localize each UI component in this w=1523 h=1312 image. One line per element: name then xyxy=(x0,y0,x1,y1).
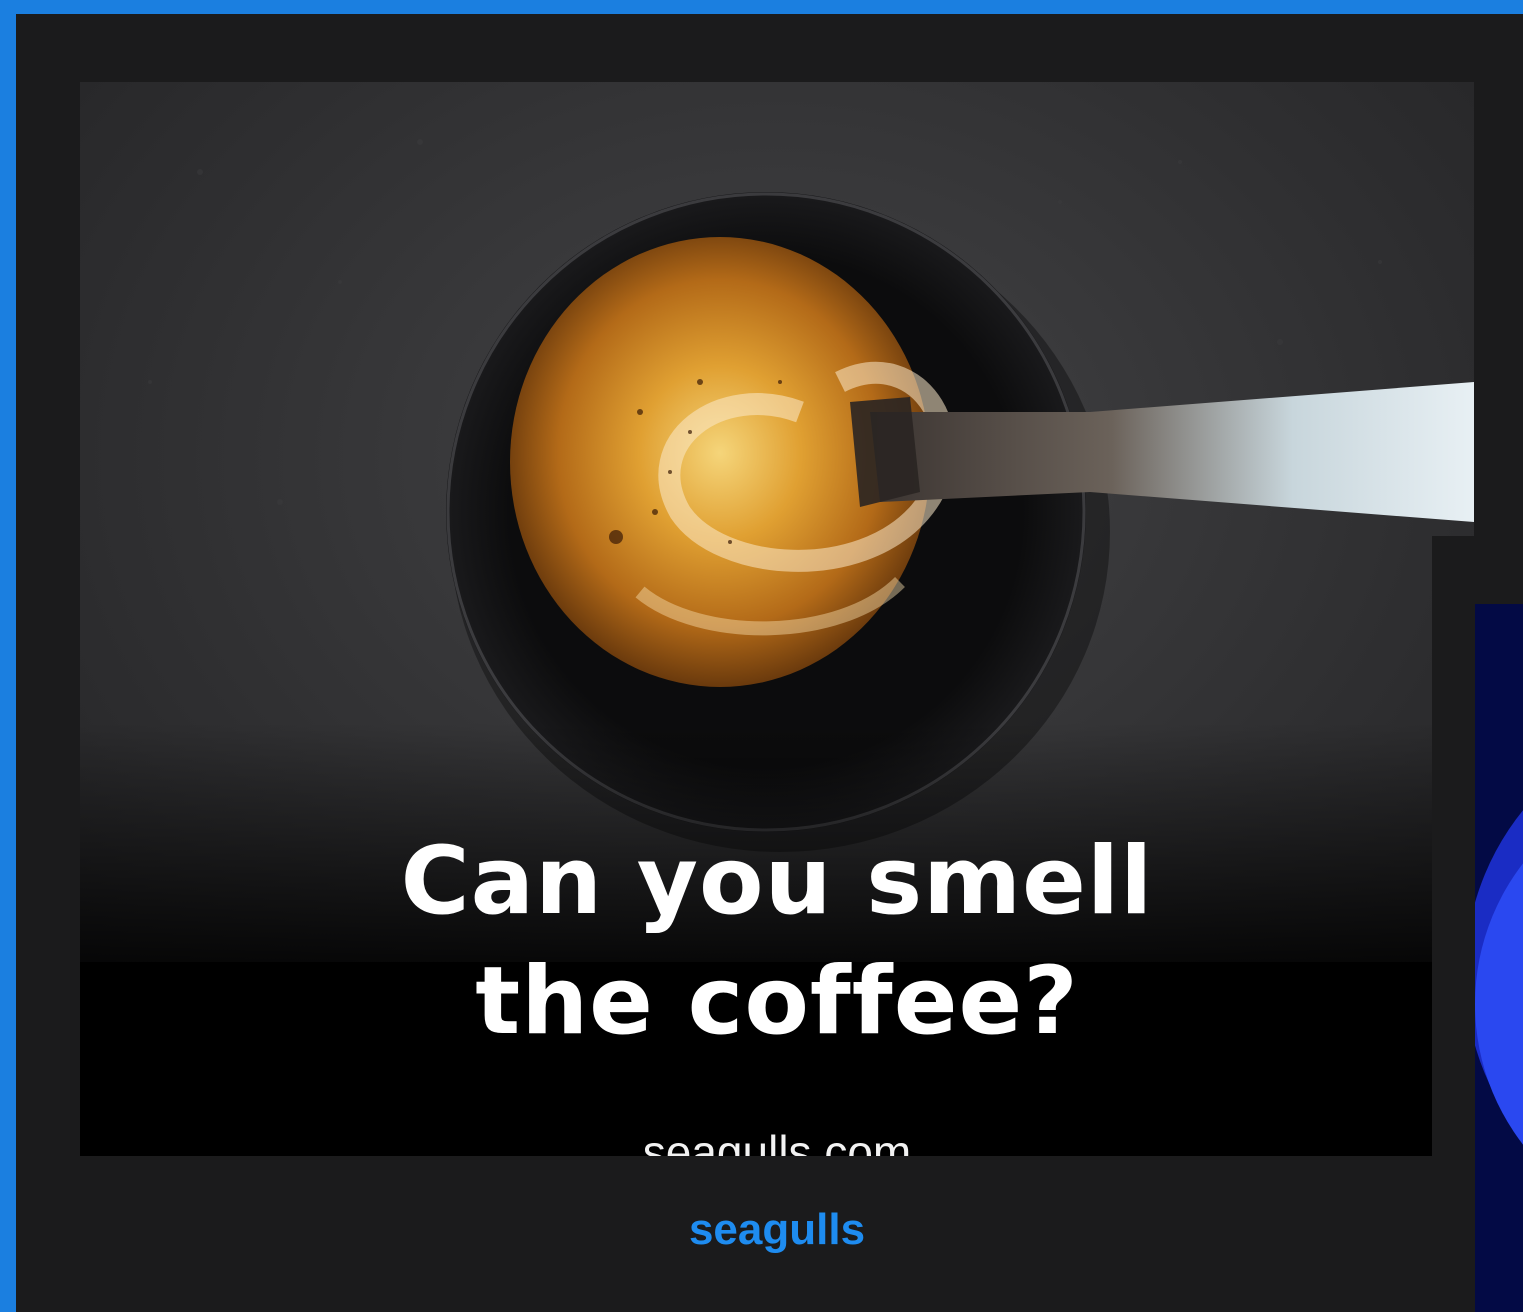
ad-headline-line-2: the coffee? xyxy=(475,947,1079,1056)
adjacent-card-image xyxy=(1475,604,1523,1312)
blue-orb-image xyxy=(1475,604,1523,1312)
ad-headline: Can you smell the coffee? xyxy=(80,822,1474,1062)
ad-site-url: seagulls.com xyxy=(642,1126,912,1156)
adjacent-card-preview[interactable] xyxy=(1432,536,1523,1312)
ad-headline-line-1: Can you smell xyxy=(400,827,1154,936)
advertiser-name-link[interactable]: seagulls xyxy=(0,1202,1523,1258)
ad-hero-image[interactable]: Can you smell the coffee? seagulls.com xyxy=(80,82,1474,1156)
